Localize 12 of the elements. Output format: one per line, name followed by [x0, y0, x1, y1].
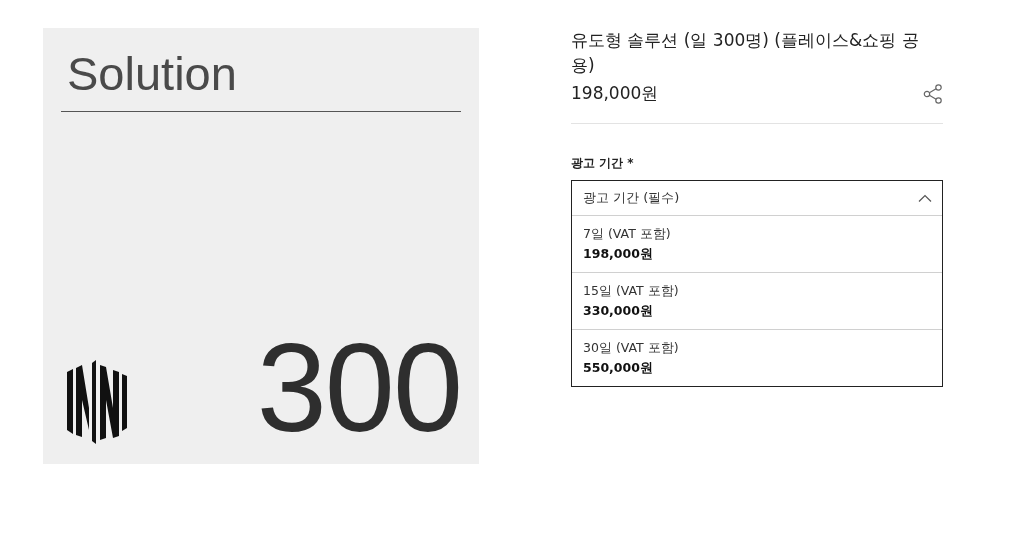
product-title: 유도형 솔루션 (일 300명) (플레이스&쇼핑 공용): [571, 29, 920, 77]
image-heading: Solution: [67, 50, 238, 97]
logo-icon: [67, 360, 127, 444]
image-number: 300: [256, 330, 461, 444]
field-label: 광고 기간 *: [571, 155, 635, 172]
share-icon[interactable]: [923, 83, 943, 104]
dropdown-option[interactable]: 15일 (VAT 포함) 330,000원: [572, 272, 942, 329]
period-dropdown[interactable]: 광고 기간 (필수): [572, 181, 942, 215]
chevron-icon: [918, 194, 932, 202]
dropdown-option[interactable]: 30일 (VAT 포함) 550,000원: [572, 329, 942, 386]
dropdown-option[interactable]: 7일 (VAT 포함) 198,000원: [572, 215, 942, 272]
product-price: 198,000원: [571, 82, 659, 105]
